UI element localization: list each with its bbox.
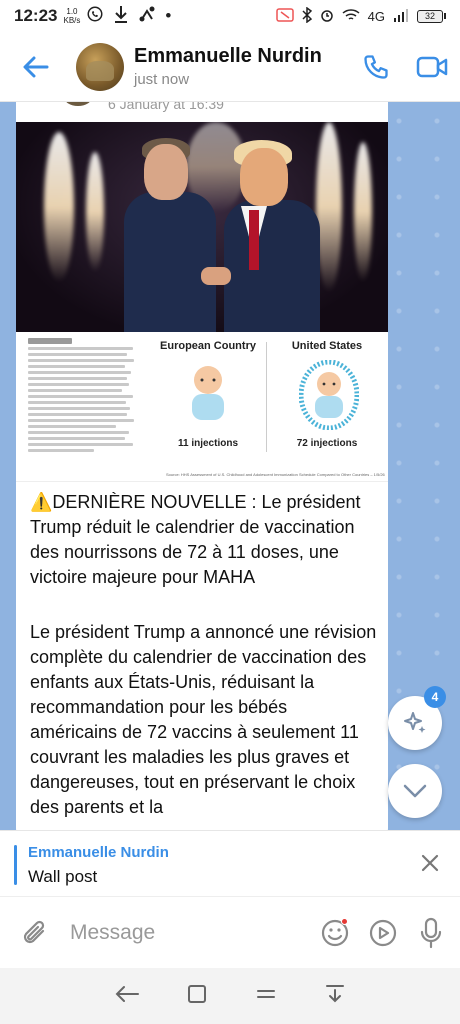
phone-icon: [364, 54, 388, 79]
nav-home-icon: [188, 984, 207, 1003]
video-call-button[interactable]: [404, 32, 460, 102]
notification-icons: •: [86, 5, 171, 28]
chat-header: Emmanuelle Nurdin just now: [0, 32, 460, 102]
reply-text: Wall post: [28, 867, 98, 886]
message-input[interactable]: Message: [70, 921, 316, 945]
emoji-button[interactable]: [316, 917, 354, 948]
chevron-down-icon: [403, 784, 427, 798]
download-icon: [113, 5, 129, 28]
last-seen: just now: [134, 71, 190, 88]
warning-icon: ⚠️: [30, 492, 53, 512]
message-photo[interactable]: [16, 122, 388, 332]
message-headline: ⚠️DERNIÈRE NOUVELLE : Le président Trump…: [30, 490, 378, 590]
status-time: 12:23: [14, 6, 58, 25]
baby-icon: [180, 360, 236, 426]
reply-preview[interactable]: Emmanuelle Nurdin Wall post: [0, 830, 460, 896]
system-navigation-bar: [0, 968, 460, 1024]
network-speed-unit: KB/s: [63, 16, 81, 25]
call-button[interactable]: [348, 32, 404, 102]
battery-level: 32: [417, 9, 443, 23]
us-title: United States: [291, 340, 363, 352]
message-bubble[interactable]: 6 January at 16:39 European Country 11 i…: [16, 102, 388, 830]
close-reply-button[interactable]: [420, 853, 440, 878]
nav-pull-down-icon: [326, 984, 345, 1002]
ai-sparkle-button[interactable]: 4: [388, 686, 446, 750]
infographic-source: Source: HHS Assessment of U.S. Childhood…: [166, 472, 385, 477]
voice-message-button[interactable]: [412, 917, 450, 949]
network-speed: 1.0 KB/s: [63, 7, 80, 25]
chat-area[interactable]: 6 January at 16:39 European Country 11 i…: [0, 102, 460, 830]
video-camera-icon: [416, 56, 448, 77]
unread-badge: 4: [424, 686, 446, 708]
infographic-europe: European Country 11 injections: [148, 340, 268, 449]
contact-name: Emmanuelle Nurdin: [134, 45, 322, 67]
nav-recents-button[interactable]: [255, 984, 277, 1009]
close-icon: [421, 854, 439, 872]
nav-back-icon: [115, 985, 139, 1002]
back-button[interactable]: [0, 32, 72, 102]
infographic-us: United States 72 injections: [272, 340, 382, 449]
headline-label: DERNIÈRE NOUVELLE: [52, 492, 247, 512]
nav-back-button[interactable]: [114, 984, 140, 1009]
status-bar: 12:23 1.0 KB/s • 4G 32: [0, 0, 460, 32]
scroll-down-button[interactable]: [388, 764, 442, 818]
bluetooth-icon: [302, 6, 312, 26]
nfc-icon: [275, 7, 294, 25]
nav-notifications-button[interactable]: [324, 983, 346, 1010]
battery-icon: 32: [417, 9, 446, 23]
avatar[interactable]: [76, 42, 124, 91]
us-injections: 72 injections: [296, 438, 358, 449]
baby-syringes-icon: [298, 359, 360, 431]
nav-home-button[interactable]: [187, 984, 207, 1009]
message-input-bar: Message: [0, 896, 460, 968]
forward-avatar: [64, 102, 92, 106]
europe-title: European Country: [160, 340, 256, 352]
europe-injections: 11 injections: [177, 438, 239, 449]
wifi-icon: [342, 8, 360, 25]
network-speed-value: 1.0: [66, 7, 78, 16]
notification-dot: [341, 917, 348, 925]
microphone-icon: [420, 917, 442, 948]
sparkle-icon: [404, 712, 426, 733]
play-circle-icon: [369, 919, 397, 946]
more-dot-icon: •: [165, 6, 172, 25]
route-icon: [138, 5, 156, 28]
paperclip-icon: [23, 920, 45, 943]
video-message-button[interactable]: [364, 918, 402, 948]
infographic-tweet-text: [28, 338, 138, 468]
signal-icon: [393, 8, 409, 25]
reply-accent-bar: [14, 845, 17, 885]
alarm-icon: [320, 8, 334, 25]
system-icons: 4G 32: [275, 6, 446, 26]
chat-title[interactable]: Emmanuelle Nurdin just now: [134, 45, 348, 88]
nav-recents-icon: [256, 989, 275, 998]
infographic-image[interactable]: European Country 11 injections United St…: [16, 332, 388, 482]
attach-button[interactable]: [0, 918, 70, 948]
forward-date: 6 January at 16:39: [108, 102, 224, 112]
message-body: Le président Trump a annoncé une révisio…: [30, 622, 377, 817]
reply-name: Emmanuelle Nurdin: [28, 844, 169, 861]
whatsapp-icon: [86, 5, 104, 28]
network-type: 4G: [367, 8, 385, 24]
arrow-left-icon: [23, 56, 49, 77]
